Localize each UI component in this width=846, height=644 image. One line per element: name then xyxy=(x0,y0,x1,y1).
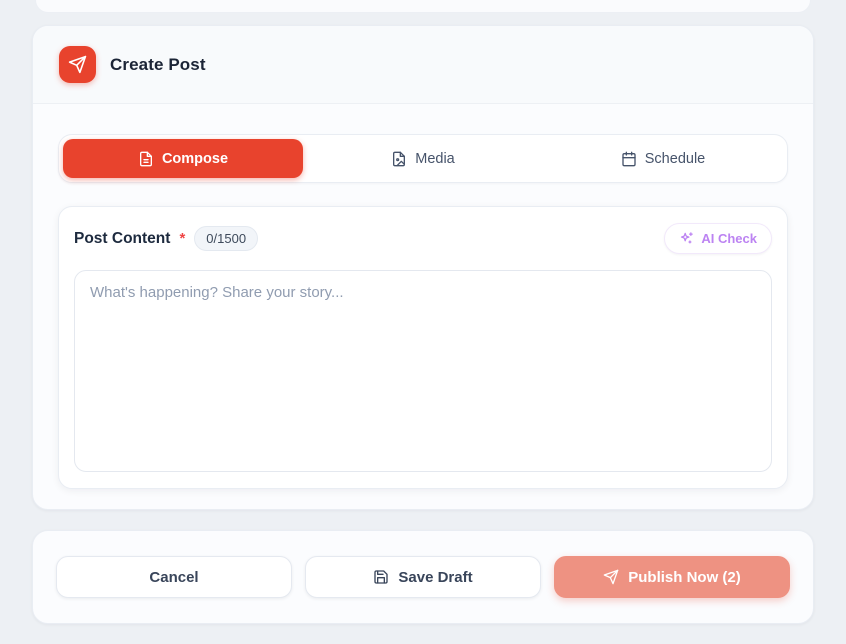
image-file-icon xyxy=(391,151,407,167)
sparkles-icon xyxy=(679,231,694,246)
create-post-card: Create Post Compose Media Schedule xyxy=(32,25,814,510)
ai-check-label: AI Check xyxy=(701,231,757,246)
save-icon xyxy=(373,569,389,585)
tab-compose[interactable]: Compose xyxy=(63,139,303,178)
create-post-header: Create Post xyxy=(33,26,813,104)
tab-schedule[interactable]: Schedule xyxy=(543,139,783,178)
save-draft-button[interactable]: Save Draft xyxy=(305,556,541,598)
action-bar: Cancel Save Draft Publish Now (2) xyxy=(32,530,814,624)
cancel-label: Cancel xyxy=(149,569,198,586)
required-marker: * xyxy=(179,230,185,247)
save-draft-label: Save Draft xyxy=(398,569,472,586)
publish-now-button[interactable]: Publish Now (2) xyxy=(554,556,790,598)
tab-media[interactable]: Media xyxy=(303,139,543,178)
tab-bar: Compose Media Schedule xyxy=(58,134,788,183)
tab-media-label: Media xyxy=(415,151,455,167)
send-icon xyxy=(59,46,96,83)
file-text-icon xyxy=(138,151,154,167)
ai-check-button[interactable]: AI Check xyxy=(664,223,772,254)
publish-now-label: Publish Now (2) xyxy=(628,569,741,586)
post-content-label: Post Content xyxy=(74,230,170,248)
cancel-button[interactable]: Cancel xyxy=(56,556,292,598)
send-icon xyxy=(603,569,619,585)
post-content-card: Post Content * 0/1500 AI Check xyxy=(58,206,788,489)
char-count-badge: 0/1500 xyxy=(194,226,258,251)
previous-card-edge xyxy=(35,0,811,13)
tab-compose-label: Compose xyxy=(162,151,228,167)
tab-schedule-label: Schedule xyxy=(645,151,705,167)
post-content-input[interactable] xyxy=(74,270,772,472)
create-post-body: Compose Media Schedule Post Content * 0/… xyxy=(33,104,813,509)
post-content-header: Post Content * 0/1500 AI Check xyxy=(74,223,772,254)
page-title: Create Post xyxy=(110,55,206,75)
calendar-icon xyxy=(621,151,637,167)
